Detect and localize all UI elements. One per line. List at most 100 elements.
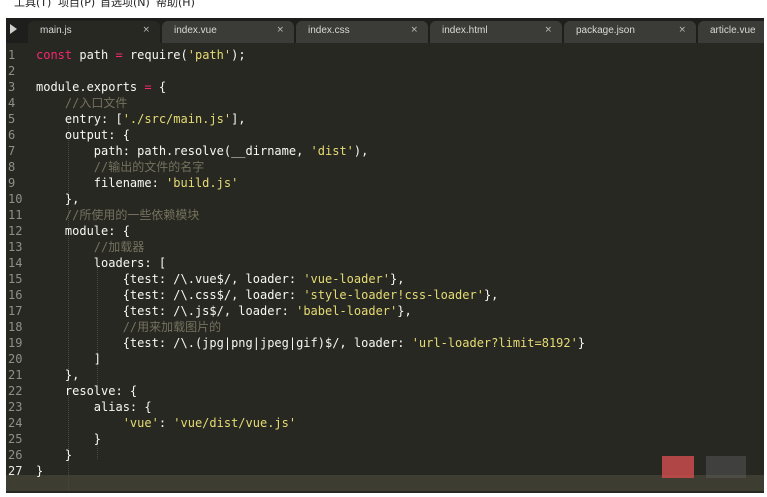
close-icon[interactable]: × xyxy=(142,25,150,35)
code-keyword: = xyxy=(144,80,152,94)
menu-project[interactable]: 项目(P) xyxy=(58,0,95,10)
close-icon[interactable]: × xyxy=(410,25,418,35)
line-number: 18 xyxy=(8,320,23,334)
code-token: }, xyxy=(36,192,80,206)
code-line: //输出的文件的名字 xyxy=(36,159,204,175)
tab-index-html[interactable]: index.html × xyxy=(430,21,562,43)
line-number: 23 xyxy=(8,400,23,414)
code-keyword: = xyxy=(115,48,123,62)
code-line: loaders: [ xyxy=(36,255,166,271)
tab-label: index.html xyxy=(442,25,488,36)
code-token: {test: /\.js$/, loader: xyxy=(36,304,297,318)
tab-index-css[interactable]: index.css × xyxy=(296,21,428,43)
code-keyword: const xyxy=(36,48,73,62)
code-token: path xyxy=(72,48,116,62)
tab-scroll-arrow-icon[interactable] xyxy=(10,24,17,34)
code-line: path: path.resolve(__dirname, 'dist'), xyxy=(36,143,369,159)
code-token: } xyxy=(36,448,73,462)
tab-label: article.vue xyxy=(710,25,756,36)
line-number: 14 xyxy=(8,256,23,270)
menu-preferences[interactable]: 首选项(N) xyxy=(100,0,150,10)
code-token: }, xyxy=(397,304,412,318)
code-token: module: { xyxy=(36,224,130,238)
code-token: }, xyxy=(390,272,405,286)
code-line: {test: /\.vue$/, loader: 'vue-loader'}, xyxy=(36,271,405,287)
code-line: resolve: { xyxy=(36,383,137,399)
tab-index-vue[interactable]: index.vue × xyxy=(162,21,294,43)
code-line: //用来加载图片的 xyxy=(36,319,221,335)
code-line: } xyxy=(36,447,72,463)
code-string: 'vue' xyxy=(122,416,159,430)
line-number: 15 xyxy=(8,272,23,286)
current-line-highlight xyxy=(6,475,764,491)
code-string: 'style-loader!css-loader' xyxy=(303,288,484,302)
close-icon[interactable]: × xyxy=(678,25,686,35)
tab-article-vue[interactable]: article.vue xyxy=(698,21,764,43)
code-editor[interactable]: 1 2 3 4 5 6 7 8 9 10 11 12 13 14 15 16 17 18 19 20 21 22 23 24 2… xyxy=(6,43,764,493)
line-number: 24 xyxy=(8,416,23,430)
code-string: 'babel-loader' xyxy=(296,304,398,318)
code-line: {test: /\.(jpg|png|jpeg|gif)$/, loader: … xyxy=(36,335,585,351)
code-token: {test: /\.vue$/, loader: xyxy=(36,272,304,286)
code-comment: //用来加载图片的 xyxy=(122,320,222,334)
code-comment: //加载器 xyxy=(93,240,145,254)
line-number: 25 xyxy=(8,432,23,446)
code-line: alias: { xyxy=(36,399,152,415)
code-token: {test: /\.(jpg|png|jpeg|gif)$/, loader: xyxy=(36,336,412,350)
tab-label: main.js xyxy=(40,25,72,36)
menu-tools[interactable]: 工具(T) xyxy=(14,0,51,10)
line-number-gutter: 1 2 3 4 5 6 7 8 9 10 11 12 13 14 15 16 17 18 19 20 21 22 23 24 2… xyxy=(6,43,28,493)
tab-bar: main.js × index.vue × index.css × index.… xyxy=(6,18,764,43)
line-number: 20 xyxy=(8,352,23,366)
code-comment: //输出的文件的名字 xyxy=(93,160,205,174)
line-number: 4 xyxy=(8,96,16,110)
code-line: } xyxy=(36,431,101,447)
menu-help[interactable]: 帮助(H) xyxy=(156,0,195,10)
line-number: 21 xyxy=(8,368,23,382)
code-string: 'vue/dist/vue.js' xyxy=(173,416,297,430)
code-token: {test: /\.css$/, loader: xyxy=(36,288,304,302)
line-number: 1 xyxy=(8,48,16,62)
line-number: 5 xyxy=(8,112,16,126)
code-token: entry: [ xyxy=(36,112,123,126)
line-number: 9 xyxy=(8,176,16,190)
code-comment: //所使用的一些依赖模块 xyxy=(64,208,200,222)
tab-main-js[interactable]: main.js × xyxy=(28,21,160,43)
code-line: const path = require('path'); xyxy=(36,47,246,63)
code-token: alias: { xyxy=(36,400,152,414)
code-token: }, xyxy=(36,368,80,382)
tab-package-json[interactable]: package.json × xyxy=(564,21,696,43)
watermark-blur xyxy=(706,456,746,478)
code-token: } xyxy=(577,336,586,350)
line-number: 11 xyxy=(8,208,23,222)
line-number: 22 xyxy=(8,384,23,398)
tab-label: index.vue xyxy=(174,25,217,36)
code-comment: //入口文件 xyxy=(64,96,128,110)
line-number: 7 xyxy=(8,144,16,158)
line-number: 2 xyxy=(8,64,16,78)
code-line: //加载器 xyxy=(36,239,144,255)
close-icon[interactable]: × xyxy=(544,25,552,35)
line-number: 16 xyxy=(8,288,23,302)
line-number: 19 xyxy=(8,336,23,350)
code-line: {test: /\.js$/, loader: 'babel-loader'}, xyxy=(36,303,412,319)
tab-label: index.css xyxy=(308,25,350,36)
code-token: path: path.resolve(__dirname, xyxy=(36,144,311,158)
code-line: 'vue': 'vue/dist/vue.js' xyxy=(36,415,296,431)
code-token: output: { xyxy=(36,128,130,142)
code-line: }, xyxy=(36,191,79,207)
code-string: './src/main.js' xyxy=(122,112,232,126)
close-icon[interactable]: × xyxy=(276,25,284,35)
code-line: //入口文件 xyxy=(36,95,127,111)
line-number: 8 xyxy=(8,160,16,174)
code-token: } xyxy=(36,464,44,478)
line-number: 3 xyxy=(8,80,16,94)
line-number: 10 xyxy=(8,192,23,206)
line-number: 27 xyxy=(8,464,23,478)
code-token: loaders: [ xyxy=(36,256,167,270)
